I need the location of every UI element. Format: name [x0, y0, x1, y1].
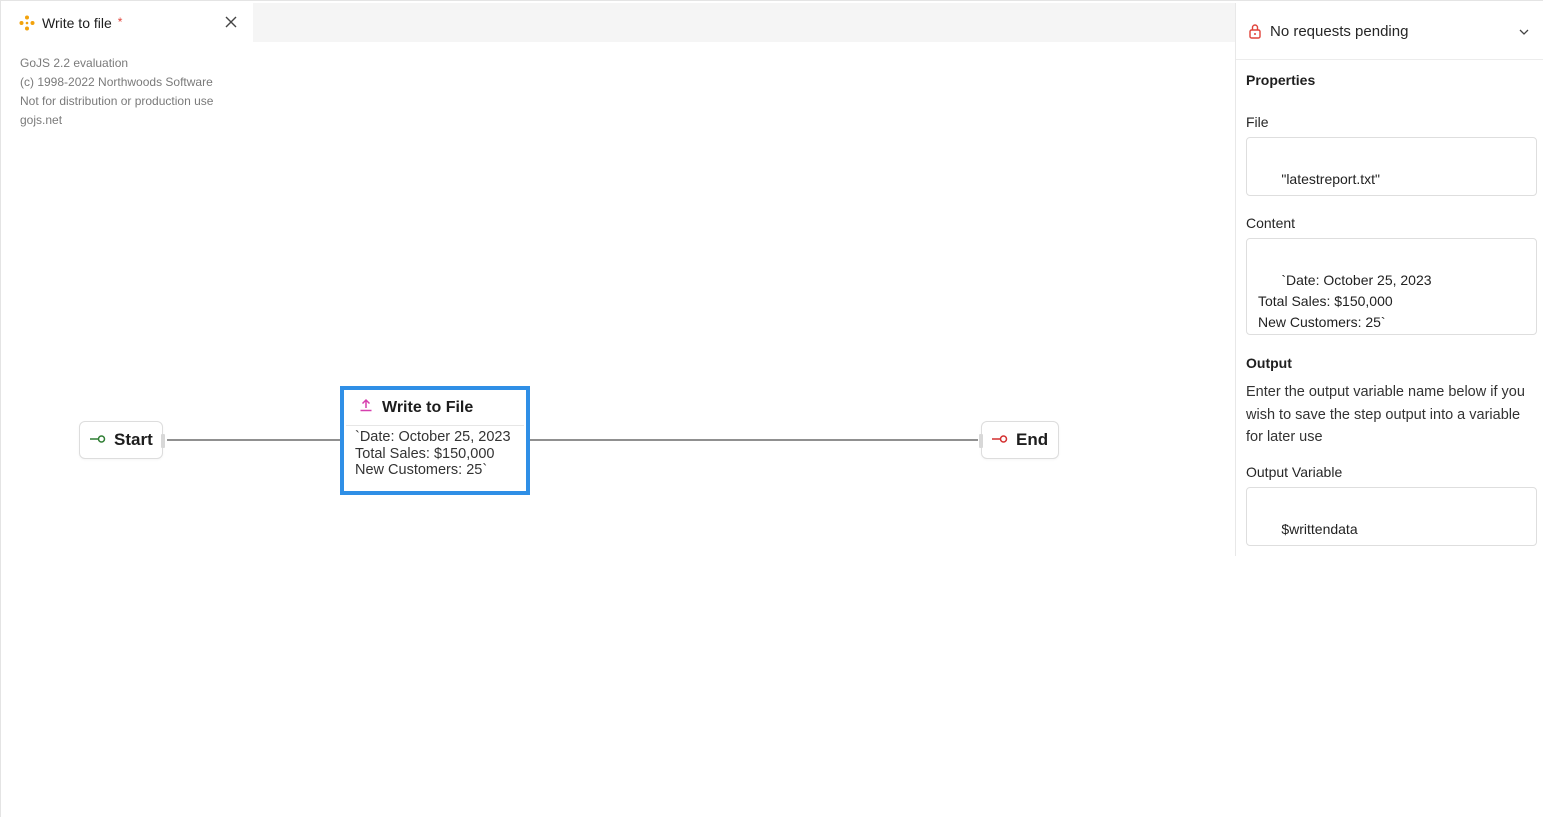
watermark-line: GoJS 2.2 evaluation	[20, 56, 129, 70]
output-variable-field[interactable]: $writtendata	[1246, 487, 1537, 546]
output-variable-label: Output Variable	[1246, 464, 1343, 480]
content-line: `Date: October 25, 2023	[355, 429, 511, 445]
workflow-icon	[19, 15, 35, 31]
content-label: Content	[1246, 215, 1296, 231]
end-node[interactable]: End	[979, 421, 1059, 459]
tab-bar: Write to file *	[2, 3, 1235, 42]
resize-handle-icon[interactable]	[1524, 533, 1534, 543]
diagram-canvas[interactable]: GoJS 2.2 evaluation (c) 1998-2022 Northw…	[2, 42, 1235, 817]
end-input-port[interactable]	[979, 434, 983, 448]
output-title: Output	[1246, 355, 1292, 371]
lock-icon	[1248, 23, 1262, 39]
start-node-label: Start	[114, 430, 153, 449]
close-icon[interactable]	[223, 14, 239, 30]
resize-handle-icon[interactable]	[1524, 183, 1534, 193]
file-value: "latestreport.txt"	[1281, 171, 1380, 187]
write-to-file-node[interactable]: Write to File `Date: October 25, 2023 To…	[340, 386, 530, 495]
output-help-text: Enter the output variable name below if …	[1246, 384, 1525, 445]
tab-write-to-file[interactable]: Write to file *	[2, 3, 253, 42]
step-node-title: Write to File	[382, 398, 474, 416]
watermark-line: (c) 1998-2022 Northwoods Software	[20, 75, 213, 89]
requests-status: No requests pending	[1270, 22, 1409, 40]
start-node[interactable]: Start	[79, 421, 165, 459]
content-line: New Customers: 25`	[355, 462, 488, 478]
step-node-content: `Date: October 25, 2023 Total Sales: $15…	[344, 426, 526, 479]
upload-icon	[359, 398, 373, 417]
file-field[interactable]: "latestreport.txt"	[1246, 137, 1537, 196]
requests-dropdown[interactable]: No requests pending	[1236, 3, 1543, 60]
properties-title: Properties	[1246, 72, 1316, 88]
content-line: Total Sales: $150,000	[355, 445, 495, 462]
resize-handle-icon[interactable]	[1524, 322, 1534, 332]
start-output-port[interactable]	[161, 434, 165, 448]
unsaved-marker: *	[117, 14, 123, 29]
watermark-line: Not for distribution or production use	[20, 94, 214, 108]
tab-title: Write to file	[42, 14, 112, 31]
file-label: File	[1246, 114, 1269, 130]
chevron-down-icon	[1518, 25, 1530, 37]
content-value: `Date: October 25, 2023 Total Sales: $15…	[1258, 272, 1432, 330]
app-window: Write to file * GoJS 2.2 evaluation (c) …	[0, 0, 1543, 817]
properties-panel: No requests pending Properties File "lat…	[1235, 3, 1543, 556]
end-node-label: End	[1016, 430, 1049, 449]
output-variable-value: $writtendata	[1281, 521, 1358, 537]
start-port-icon	[90, 431, 106, 449]
end-port-icon	[992, 431, 1008, 449]
step-node-header: Write to File	[346, 390, 524, 426]
evaluation-watermark: GoJS 2.2 evaluation (c) 1998-2022 Northw…	[20, 54, 213, 130]
content-field[interactable]: `Date: October 25, 2023 Total Sales: $15…	[1246, 238, 1537, 335]
watermark-line: gojs.net	[20, 113, 63, 127]
